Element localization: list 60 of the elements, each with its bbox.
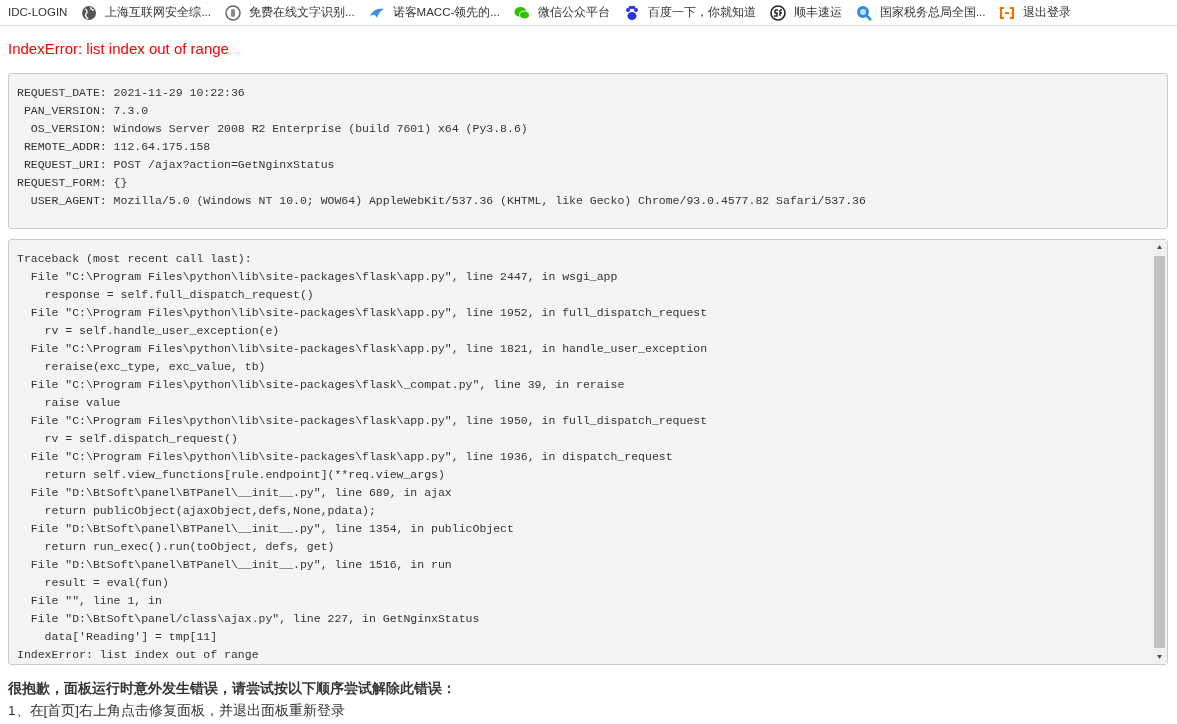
traceback-line: File "D:\BtSoft\panel\BTPanel\__init__.py", line 1516, in run [29,556,453,573]
bookmark-label: 顺丰速运 [793,4,842,20]
chat-icon [513,4,530,21]
help-step: 1、在[首页]右上角点击修复面板，并退出面板重新登录 [8,700,1169,721]
info-line: REMOTE_ADDR: 112.64.175.158 [22,138,212,155]
bookmark-label: 国家税务总局全国... [879,4,986,20]
traceback-line: rv = self.handle_user_exception(e) [43,322,281,339]
bookmark-label: 上海互联网安全综... [105,4,211,20]
traceback-line: File "C:\Program Files\python\lib\site-packages\flask\app.py", line 1936, in dispatch_request [29,448,674,465]
bookmark-link[interactable]: 免费在线文字识别... [225,3,355,22]
traceback-line: File "D:\BtSoft\panel/class\ajax.py", line 227, in GetNginxStatus [29,610,481,627]
paw-icon [623,4,640,21]
error-title: IndexError: list index out of range [8,39,230,59]
traceback-line: Traceback (most recent call last): [17,250,253,267]
bookmark-label: 诺客MACC-领先的... [392,4,500,20]
circle-icon [225,4,241,21]
traceback-line: data['Reading'] = tmp[11] [43,628,219,645]
info-line: OS_VERSION: Windows Server 2008 R2 Enterprise (build 7601) x64 (Py3.8.6) [29,120,529,137]
traceback-line: return self.view_functions[rule.endpoint](**req.view_args) [43,466,446,483]
info-line: PAN_VERSION: 7.3.0 [22,102,150,119]
bookmark-link[interactable]: 微信公众平台 [513,3,610,22]
bookmark-link[interactable]: IDC-LOGIN [8,3,68,22]
bookmark-label: 免费在线文字识别... [249,4,355,20]
info-line: REQUEST_URI: POST /ajax?action=GetNginxStatus [22,156,336,173]
traceback-line: IndexError: list index out of range [17,646,260,663]
bookmark-link[interactable]: 退出登录 [999,3,1072,22]
traceback-line: File "", line 1, in [29,592,163,609]
traceback-line: return run_exec().run(toObject, defs, get) [43,538,336,555]
traceback-line: File "D:\BtSoft\panel\BTPanel\__init__.py", line 689, in ajax [29,484,453,501]
bookmark-link[interactable]: 上海互联网安全综... [81,3,211,22]
traceback-line: File "C:\Program Files\python\lib\site-packages\flask\app.py", line 2447, in wsgi_app [29,268,619,285]
bookmark-link[interactable]: 百度一下，你就知道 [623,3,756,22]
globe-icon [81,4,98,21]
traceback-line: return publicObject(ajaxObject,defs,None,pdata); [43,502,377,519]
bookmark-link[interactable]: 顺丰速运 [769,3,842,22]
traceback-line: File "C:\Program Files\python\lib\site-packages\flask\_compat.py", line 39, in reraise [29,376,626,393]
bookmark-label: 百度一下，你就知道 [647,4,756,20]
traceback-line: result = eval(fun) [43,574,170,591]
traceback-line: File "D:\BtSoft\panel\BTPanel\__init__.py", line 1354, in publicObject [29,520,515,537]
traceback-line: raise value [43,394,122,411]
search-icon [855,4,872,21]
info-line: USER_AGENT: Mozilla/5.0 (Windows NT 10.0; WOW64) AppleWebKit/537.36 (KHTML, like Gecko) Chrome/93.0.4577.82 Safari/537.36 [29,192,867,209]
help-heading: 很抱歉，面板运行时意外发生错误，请尝试按以下顺序尝试解除此错误： [8,679,457,698]
traceback-line: File "C:\Program Files\python\lib\site-packages\flask\app.py", line 1952, in full_dispatch_request [29,304,709,321]
info-line: REQUEST_DATE: 2021-11-29 10:22:36 [17,84,246,101]
traceback-line: response = self.full_dispatch_request() [43,286,315,303]
traceback-line: rv = self.dispatch_request() [43,430,239,447]
bookmark-label: 退出登录 [1023,4,1072,20]
info-line: REQUEST_FORM: {} [17,174,129,191]
traceback-line: File "C:\Program Files\python\lib\site-packages\flask\app.py", line 1950, in full_dispatch_request [29,412,709,429]
bookmark-label: 微信公众平台 [537,4,610,20]
bracket-icon [999,4,1016,21]
scroll-up-icon[interactable] [1156,243,1163,250]
bookmark-link[interactable]: 国家税务总局全国... [855,3,986,22]
traceback-line: File "C:\Program Files\python\lib\site-packages\flask\app.py", line 1821, in handle_user_exception [29,340,709,357]
scroll-down-icon[interactable] [1156,653,1163,660]
scrollbar[interactable] [1152,239,1167,664]
traceback-line: reraise(exc_type, exc_value, tb) [43,358,267,375]
sf-icon [769,4,786,21]
bookmark-link[interactable]: 诺客MACC-领先的... [368,3,500,22]
